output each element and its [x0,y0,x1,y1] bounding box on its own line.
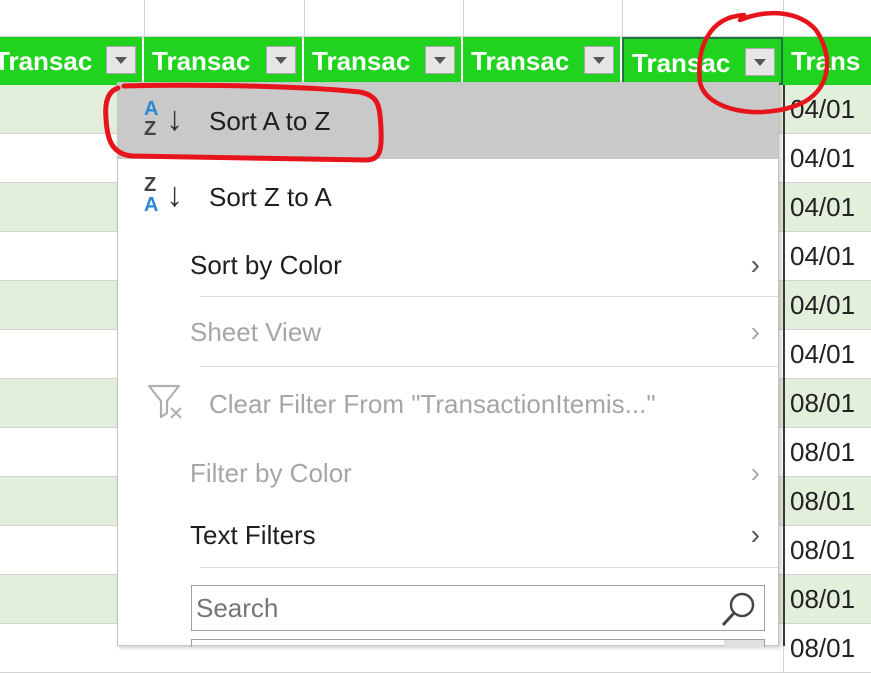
table-header-row: Transac Transac Transac Transac Transac … [0,37,871,85]
text-filters-item[interactable]: Text Filters › [118,505,778,565]
menu-item-label: Sort by Color [190,249,342,280]
header-cell-5-active[interactable]: Transac [622,37,783,85]
search-input[interactable] [192,586,718,630]
sort-ascending-icon: A Z ↓ [144,97,190,145]
header-label: Transac [632,48,731,78]
date-cell[interactable]: 04/01 [783,281,871,329]
menu-separator [200,366,778,367]
menu-item-label: Filter by Color [190,457,352,488]
date-cell[interactable]: 08/01 [783,624,871,672]
filter-by-color-item: Filter by Color › [118,443,778,503]
header-cell-1[interactable]: Transac [0,37,144,85]
date-cell[interactable]: 08/01 [783,428,871,476]
date-cell[interactable]: 08/01 [783,379,871,427]
date-cell[interactable]: 08/01 [783,477,871,525]
filter-search-box[interactable] [191,585,765,631]
autofilter-menu: A Z ↓ Sort A to Z Z A ↓ Sort Z to A Sort… [117,82,779,648]
search-icon [720,590,758,633]
icon-letter: A [144,98,159,120]
gridline [304,0,305,36]
header-label: Transac [312,46,411,76]
filter-dropdown-button-active[interactable] [745,48,775,76]
clear-filter-item: Clear Filter From "TransactionItemis..." [118,369,778,439]
clear-filter-icon [146,383,186,428]
chevron-down-icon [593,56,605,64]
filter-dropdown-button[interactable] [584,46,614,74]
sort-a-to-z-item[interactable]: A Z ↓ Sort A to Z [118,83,778,159]
sort-by-color-item[interactable]: Sort by Color › [118,235,778,295]
chevron-right-icon: › [750,249,760,280]
chevron-right-icon: › [750,316,760,347]
menu-separator [200,296,778,297]
scrollbar[interactable] [724,640,764,648]
date-cell[interactable]: 04/01 [783,232,871,280]
header-cell-4[interactable]: Transac [463,37,622,85]
icon-letter: Z [144,118,157,140]
menu-item-label: Sheet View [190,316,322,347]
chevron-right-icon: › [750,457,760,488]
arrow-down-icon: ↓ [166,176,183,214]
menu-item-label: Text Filters [190,519,316,550]
filter-dropdown-button[interactable] [266,46,296,74]
gridline [144,0,145,36]
menu-item-label: Sort A to Z [209,105,331,136]
header-label: Transac [0,46,93,76]
sort-descending-icon: Z A ↓ [144,173,190,221]
header-label: Transac [471,46,570,76]
icon-letter: A [144,194,159,216]
sort-z-to-a-item[interactable]: Z A ↓ Sort Z to A [118,159,778,235]
header-cell-3[interactable]: Transac [304,37,463,85]
date-cell[interactable]: 04/01 [783,330,871,378]
header-label: Trans [791,46,861,76]
chevron-right-icon: › [750,519,760,550]
filter-dropdown-button[interactable] [106,46,136,74]
filter-dropdown-button[interactable] [425,46,455,74]
date-cell[interactable]: 08/01 [783,575,871,623]
menu-item-label: Clear Filter From "TransactionItemis..." [209,388,656,419]
header-cell-6[interactable]: Trans [783,37,871,85]
chevron-down-icon [754,58,766,66]
sheet-view-item: Sheet View › [118,299,778,365]
date-cell[interactable]: 08/01 [783,526,871,574]
icon-letter: Z [144,174,157,196]
chevron-down-icon [115,56,127,64]
menu-separator [200,567,778,568]
date-cell[interactable]: 04/01 [783,134,871,182]
date-cell[interactable]: 04/01 [783,85,871,133]
chevron-down-icon [275,56,287,64]
chevron-down-icon [434,56,446,64]
header-label: Transac [152,46,251,76]
gridline [463,0,464,36]
header-cell-2[interactable]: Transac [144,37,304,85]
arrow-down-icon: ↓ [166,100,183,138]
column-divider [783,85,785,646]
menu-item-label: Sort Z to A [209,181,332,212]
gridline [622,0,623,36]
date-cell[interactable]: 04/01 [783,183,871,231]
gridline [783,0,784,36]
blank-row [0,0,871,37]
